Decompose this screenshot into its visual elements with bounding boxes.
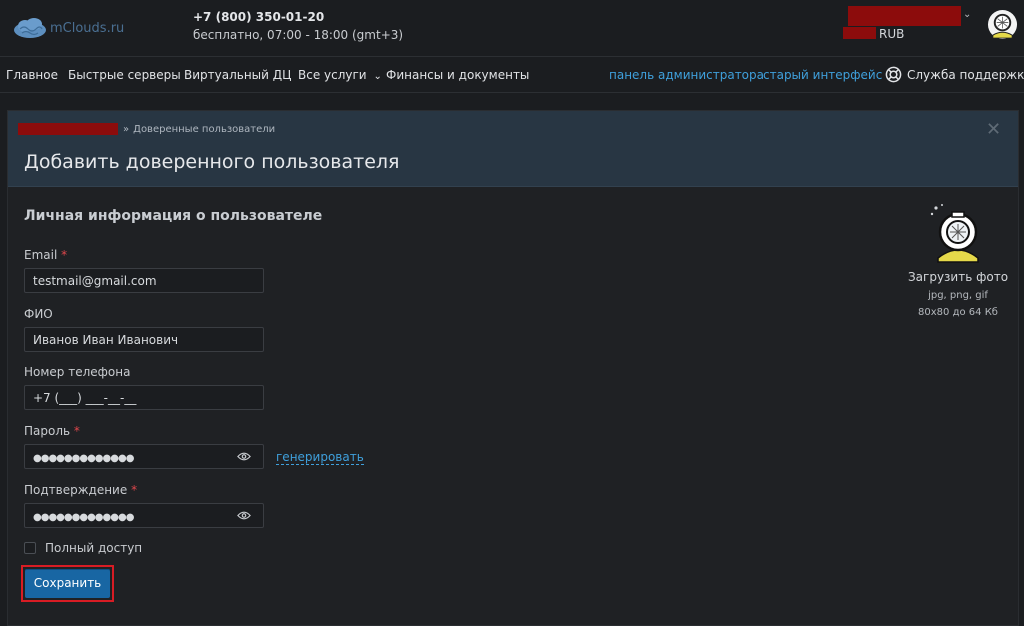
avatar-placeholder-icon[interactable] bbox=[928, 202, 988, 264]
required-mark: * bbox=[73, 424, 80, 438]
password-label: Пароль * bbox=[24, 424, 80, 438]
fio-field[interactable]: Иванов Иван Иванович bbox=[24, 327, 264, 352]
breadcrumb-current: Доверенные пользователи bbox=[133, 123, 276, 135]
email-field[interactable]: testmail@gmail.com bbox=[24, 268, 264, 293]
brand-name: mClouds.ru bbox=[50, 20, 125, 36]
full-access-label: Полный доступ bbox=[45, 541, 143, 555]
account-name-redacted[interactable] bbox=[848, 6, 961, 26]
chevron-down-icon: ⌄ bbox=[373, 71, 382, 82]
support-phone[interactable]: +7 (800) 350-01-20 bbox=[193, 10, 324, 24]
nav-item-finance[interactable]: Финансы и документы bbox=[386, 68, 529, 82]
add-trusted-user-panel: » Доверенные пользователи Добавить довер… bbox=[7, 110, 1019, 626]
required-mark: * bbox=[61, 248, 68, 262]
photo-upload: Загрузить фото jpg, png, gif 80x80 до 64… bbox=[903, 202, 1013, 318]
generate-password-link[interactable]: генерировать bbox=[276, 450, 364, 465]
cloud-logo-icon bbox=[14, 18, 46, 38]
brand-logo[interactable]: mClouds.ru bbox=[12, 16, 124, 40]
save-button[interactable]: Сохранить bbox=[25, 569, 110, 598]
nav-item-all-services[interactable]: Все услуги ⌄ bbox=[298, 68, 382, 82]
password-field[interactable]: ●●●●●●●●●●●●● bbox=[24, 444, 264, 469]
confirm-label-text: Подтверждение bbox=[24, 483, 128, 497]
eye-icon[interactable] bbox=[237, 451, 251, 462]
nav-item-main[interactable]: Главное bbox=[6, 68, 58, 82]
password-label-text: Пароль bbox=[24, 424, 71, 438]
phone-label: Номер телефона bbox=[24, 365, 131, 379]
photo-formats: jpg, png, gif bbox=[928, 290, 988, 301]
old-interface-link[interactable]: старый интерфейс bbox=[763, 68, 882, 82]
breadcrumb: » Доверенные пользователи bbox=[18, 123, 275, 135]
password-value: ●●●●●●●●●●●●● bbox=[33, 453, 134, 464]
email-label: Email * bbox=[24, 248, 67, 262]
photo-limits: 80x80 до 64 Кб bbox=[918, 307, 998, 318]
required-mark: * bbox=[131, 483, 138, 497]
full-access-option[interactable]: Полный доступ bbox=[24, 541, 142, 555]
breadcrumb-root-redacted[interactable] bbox=[18, 123, 118, 135]
lifebuoy-icon bbox=[885, 66, 902, 83]
balance-redacted bbox=[843, 27, 876, 39]
fio-label: ФИО bbox=[24, 307, 53, 321]
email-label-text: Email bbox=[24, 248, 58, 262]
eye-icon[interactable] bbox=[237, 510, 251, 521]
avatar-icon[interactable] bbox=[987, 9, 1018, 40]
nav-item-fast-servers[interactable]: Быстрые серверы bbox=[68, 68, 181, 82]
close-icon[interactable]: ✕ bbox=[986, 119, 1001, 140]
full-access-checkbox[interactable] bbox=[24, 542, 36, 554]
confirm-password-value: ●●●●●●●●●●●●● bbox=[33, 512, 134, 523]
section-title: Личная информация о пользователе bbox=[24, 208, 323, 224]
phone-field[interactable]: +7 (___) ___-__-__ bbox=[24, 385, 264, 410]
confirm-password-field[interactable]: ●●●●●●●●●●●●● bbox=[24, 503, 264, 528]
confirm-label: Подтверждение * bbox=[24, 483, 137, 497]
support-hours: бесплатно, 07:00 - 18:00 (gmt+3) bbox=[193, 28, 404, 42]
admin-panel-link[interactable]: панель администратора bbox=[609, 68, 764, 82]
panel-header: » Доверенные пользователи Добавить довер… bbox=[8, 111, 1018, 187]
nav-item-virtual-dc[interactable]: Виртуальный ДЦ bbox=[184, 68, 291, 82]
upload-photo-link[interactable]: Загрузить фото bbox=[903, 270, 1013, 284]
main-nav: Главное Быстрые серверы Виртуальный ДЦ В… bbox=[0, 57, 1024, 93]
top-header: mClouds.ru +7 (800) 350-01-20 бесплатно,… bbox=[0, 0, 1024, 57]
breadcrumb-separator: » bbox=[123, 123, 130, 135]
nav-item-all-services-label: Все услуги bbox=[298, 68, 367, 82]
page-title: Добавить доверенного пользователя bbox=[24, 151, 400, 173]
support-label: Служба поддержки bbox=[907, 67, 1024, 82]
balance-currency: RUB bbox=[879, 27, 905, 41]
support-link[interactable]: Служба поддержки bbox=[885, 66, 1024, 83]
chevron-down-icon[interactable]: ⌄ bbox=[963, 9, 971, 20]
